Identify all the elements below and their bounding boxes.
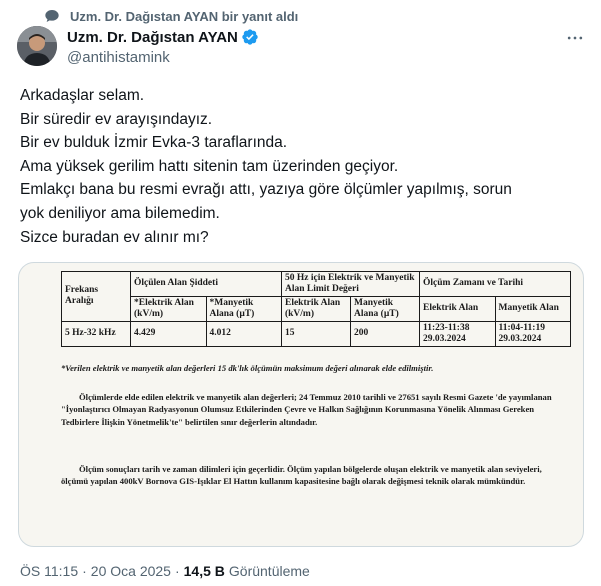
meta-separator: · — [82, 563, 87, 579]
document-paragraph: Ölçümlerde elde edilen elektrik ve manye… — [61, 392, 552, 427]
more-options-icon[interactable] — [565, 28, 585, 48]
tweet-time[interactable]: ÖS 11:15 — [20, 563, 78, 579]
speech-bubble-icon — [44, 8, 60, 24]
meta-separator: · — [174, 563, 180, 579]
measurement-table: Frekans Aralığı Ölçülen Alan Şiddeti 50 H… — [60, 271, 571, 347]
magnetic-time-header: Manyetik Alan — [494, 295, 571, 322]
document-paragraph: Ölçüm sonuçları tarih ve zaman dilimleri… — [61, 464, 542, 487]
electric-time-value: 11:23-11:38 29.03.2024 — [419, 320, 496, 347]
attached-image[interactable]: Frekans Aralığı Ölçülen Alan Şiddeti 50 H… — [18, 262, 584, 547]
social-context[interactable]: Uzm. Dr. Dağıstan AYAN bir yanıt aldı — [44, 8, 298, 24]
avatar[interactable] — [17, 26, 57, 66]
tweet-line: Ama yüksek gerilim hattı sitenin tam üze… — [20, 157, 399, 175]
author-display-name[interactable]: Uzm. Dr. Dağıstan AYAN — [67, 29, 238, 46]
views-label: Görüntüleme — [228, 563, 310, 579]
electric-limit-header: Elektrik Alan (kV/m) — [280, 295, 352, 322]
electric-time-header: Elektrik Alan — [419, 295, 496, 322]
measured-header: Ölçülen Alan Şiddeti — [130, 271, 282, 297]
social-context-text: Uzm. Dr. Dağıstan AYAN bir yanıt aldı — [70, 8, 299, 24]
author-handle[interactable]: @antihistamink — [67, 49, 259, 66]
magnetic-limit-value: 200 — [349, 320, 421, 347]
freq-value: 5 Hz-32 kHz — [60, 320, 132, 347]
views-count[interactable]: 14,5 B — [184, 563, 225, 579]
freq-header-cell: Frekans Aralığı — [60, 271, 132, 322]
document-scan: Frekans Aralığı Ölçülen Alan Şiddeti 50 H… — [19, 263, 583, 546]
electric-date: 29.03.2024 — [423, 333, 466, 344]
tweet-line: Emlakçı bana bu resmi evrağı attı, yazıy… — [20, 181, 512, 199]
time-header: Ölçüm Zamanı ve Tarihi — [419, 271, 571, 297]
tweet-line: Bir ev bulduk İzmir Evka-3 taraflarında. — [20, 134, 288, 152]
limit-header: 50 Hz için Elektrik ve Manyetik Alan Lim… — [280, 271, 421, 297]
tweet-line: Bir süredir ev arayışındayız. — [20, 110, 213, 128]
magnetic-time: 11:04-11:19 — [498, 322, 545, 333]
electric-header: *Elektrik Alan (kV/m) — [130, 295, 207, 322]
electric-limit-value: 15 — [280, 320, 352, 347]
tweet-line: yok deniliyor ama bilemedim. — [20, 204, 220, 222]
tweet-text: Arkadaşlar selam. Bir süredir ev arayışı… — [20, 84, 590, 249]
tweet-date[interactable]: 20 Oca 2025 — [91, 563, 171, 579]
electric-value: 4.429 — [130, 320, 207, 347]
magnetic-header: *Manyetik Alana (µT) — [205, 295, 282, 322]
magnetic-date: 29.03.2024 — [498, 333, 542, 344]
tweet-meta: ÖS 11:15 · 20 Oca 2025 · 14,5 B Görüntül… — [20, 563, 310, 579]
table-footnote: *Verilen elektrik ve manyetik alan değer… — [61, 363, 434, 373]
electric-time: 11:23-11:38 — [423, 322, 470, 333]
magnetic-value: 4.012 — [205, 320, 282, 347]
magnetic-limit-header: Manyetik Alana (µT) — [349, 295, 421, 322]
tweet-header: Uzm. Dr. Dağıstan AYAN @antihistamink — [67, 28, 259, 66]
magnetic-time-value: 11:04-11:19 29.03.2024 — [494, 320, 571, 347]
tweet-line: Arkadaşlar selam. — [20, 87, 145, 104]
verified-badge-icon[interactable] — [241, 28, 259, 46]
freq-header-2: Aralığı — [65, 296, 94, 307]
tweet-line: Sizce buradan ev alınır mı? — [20, 228, 209, 246]
freq-header: Frekans — [65, 285, 99, 296]
